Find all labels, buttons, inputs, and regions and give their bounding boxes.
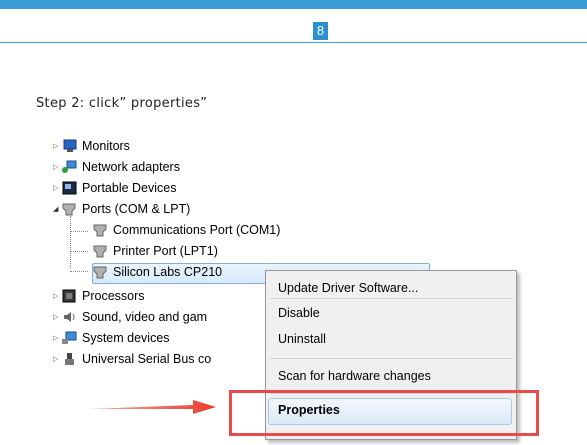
tree-item-label: Ports (COM & LPT): [82, 202, 191, 216]
tree-item-communications-port[interactable]: Communications Port (COM1): [92, 220, 280, 240]
tree-item-usb[interactable]: ▷ Universal Serial Bus co: [53, 349, 211, 369]
tree-item-processors[interactable]: ▷ Processors: [53, 286, 145, 306]
tree-item-label: Network adapters: [82, 160, 180, 174]
tree-item-label: Processors: [82, 289, 145, 303]
tree-guide: [70, 216, 72, 268]
tree-item-silicon-labs[interactable]: Silicon Labs CP210: [92, 262, 222, 282]
tree-item-sound-video[interactable]: ▷ Sound, video and gam: [53, 307, 207, 327]
sound-icon: [61, 310, 77, 324]
tree-item-label: Printer Port (LPT1): [113, 244, 218, 258]
highlight-box: [229, 390, 539, 436]
menu-separator: [270, 358, 513, 359]
expand-arrow-icon[interactable]: ▷: [53, 313, 58, 321]
tree-item-monitors[interactable]: ▷ Monitors: [53, 136, 130, 156]
collapse-arrow-icon[interactable]: ◢: [53, 205, 58, 213]
expand-arrow-icon[interactable]: ▷: [53, 334, 58, 342]
pointer-arrow-icon: [88, 400, 216, 414]
tree-item-label: Portable Devices: [82, 181, 177, 195]
monitor-icon: [61, 139, 77, 153]
network-adapter-icon: [61, 160, 77, 174]
tree-item-label: System devices: [82, 331, 170, 345]
tree-guide: [70, 251, 88, 253]
menu-item-scan-hardware[interactable]: Scan for hardware changes: [278, 365, 431, 387]
menu-item-update-driver[interactable]: Update Driver Software...: [278, 277, 418, 299]
port-icon: [92, 223, 108, 237]
tree-item-label: Universal Serial Bus co: [82, 352, 212, 366]
tree-item-label: Communications Port (COM1): [113, 223, 281, 237]
menu-item-uninstall[interactable]: Uninstall: [278, 328, 326, 350]
tree-item-portable-devices[interactable]: ▷ Portable Devices: [53, 178, 177, 198]
tree-item-printer-port[interactable]: Printer Port (LPT1): [92, 241, 218, 261]
port-icon: [61, 202, 77, 216]
expand-arrow-icon[interactable]: ▷: [53, 355, 58, 363]
tree-guide: [70, 231, 88, 233]
tree-item-system-devices[interactable]: ▷ System devices: [53, 328, 170, 348]
port-icon: [92, 244, 108, 258]
tree-item-label: Monitors: [82, 139, 130, 153]
tree-item-ports[interactable]: ◢ Ports (COM & LPT): [53, 199, 190, 219]
tree-item-network-adapters[interactable]: ▷ Network adapters: [53, 157, 180, 177]
portable-device-icon: [61, 181, 77, 195]
menu-item-disable[interactable]: Disable: [278, 302, 320, 324]
processor-icon: [61, 289, 77, 303]
tree-item-label: Sound, video and gam: [82, 310, 208, 324]
tree-item-label: Silicon Labs CP210: [113, 265, 223, 279]
expand-arrow-icon[interactable]: ▷: [53, 163, 58, 171]
expand-arrow-icon[interactable]: ▷: [53, 142, 58, 150]
expand-arrow-icon[interactable]: ▷: [53, 292, 58, 300]
port-icon: [92, 265, 108, 279]
tree-guide: [70, 271, 88, 273]
expand-arrow-icon[interactable]: ▷: [53, 184, 58, 192]
usb-icon: [61, 352, 77, 366]
system-device-icon: [61, 331, 77, 345]
